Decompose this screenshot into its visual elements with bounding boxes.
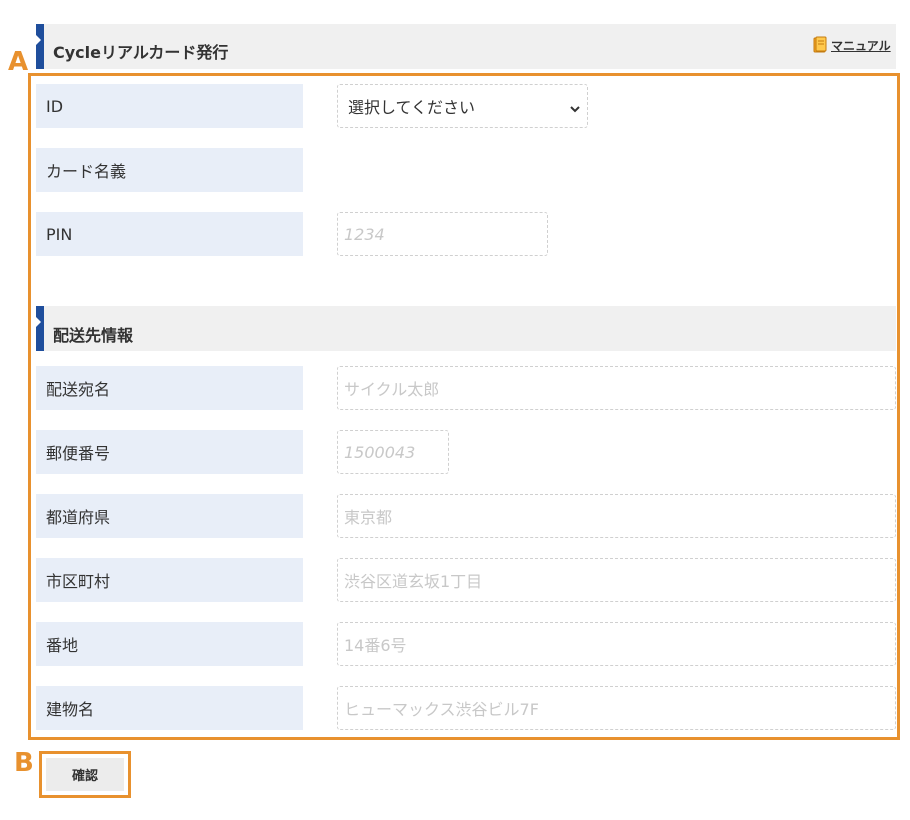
annotation-label-a: A (8, 47, 29, 77)
header-accent-bar (36, 24, 44, 69)
header-accent-notch (36, 35, 41, 45)
manual-book-icon (812, 36, 828, 54)
page-title: Cycleリアルカード発行 (53, 43, 229, 62)
annotation-box-a (28, 73, 900, 740)
manual-link[interactable]: マニュアル (812, 36, 891, 54)
annotation-label-b: B (14, 748, 34, 778)
confirm-button[interactable]: 確認 (45, 757, 125, 792)
manual-link-label[interactable]: マニュアル (831, 37, 891, 54)
